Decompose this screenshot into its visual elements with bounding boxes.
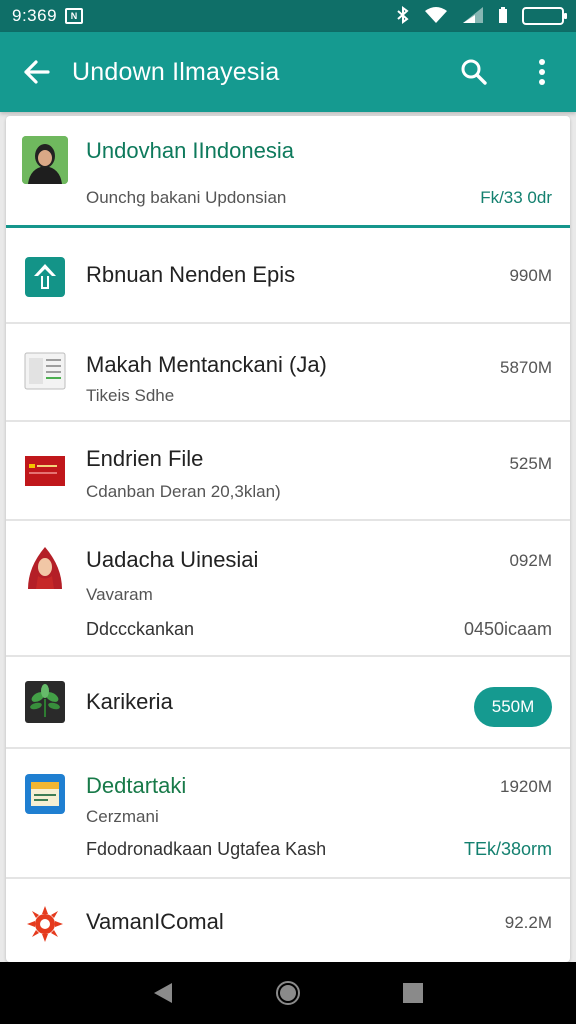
list-item[interactable]: Uadacha Uinesiai Vavaram Ddccckankan 092…: [6, 521, 570, 657]
list-header[interactable]: Undovhan IIndonesia Ounchg bakani Updons…: [6, 116, 570, 228]
nav-recents-button[interactable]: [393, 973, 433, 1013]
notification-icon: N: [65, 8, 84, 24]
list-item[interactable]: VamanIComal 92.2M: [6, 879, 570, 962]
search-icon: [461, 59, 487, 85]
plant-icon: [24, 681, 66, 723]
item-name: Uadacha Uinesiai: [86, 547, 259, 572]
signal-icon: [462, 6, 484, 27]
item-name: Endrien File: [86, 446, 204, 471]
item-detail: Fdodronadkaan Ugtafea Kash: [86, 839, 327, 859]
status-bar: 9:369 N: [0, 0, 576, 32]
battery-icon: [522, 7, 567, 25]
item-name: Makah Mentanckani (Ja): [86, 352, 327, 377]
wifi-icon: [424, 6, 448, 27]
nav-home-icon: [275, 981, 300, 1005]
status-time: 9:369: [12, 6, 58, 25]
search-button[interactable]: [440, 44, 508, 100]
page-title: Undown Ilmayesia: [72, 57, 280, 86]
back-button[interactable]: [0, 58, 72, 86]
list-item[interactable]: Endrien File Cdanban Deran 20,3klan) 525…: [6, 422, 570, 521]
nav-back-button[interactable]: [143, 973, 183, 1013]
store-icon: [24, 773, 66, 815]
item-subtitle: Tikeis Sdhe: [86, 386, 175, 405]
size-chip-button[interactable]: 550M: [474, 687, 552, 727]
item-name: Karikeria: [86, 689, 173, 714]
item-size: 92.2M: [504, 913, 552, 932]
status-icons: [396, 5, 567, 27]
list-item[interactable]: Makah Mentanckani (Ja) Tikeis Sdhe 5870M: [6, 324, 570, 422]
more-vert-icon: [539, 59, 545, 85]
sun-gear-icon: [24, 903, 66, 945]
item-size: 5870M: [500, 358, 552, 377]
battery-small-icon: [498, 6, 508, 27]
red-flag-icon: [24, 450, 66, 492]
item-size: 1920M: [500, 777, 552, 796]
bluetooth-icon: [396, 5, 410, 27]
nav-recents-icon: [403, 983, 424, 1003]
item-detail: Ddccckankan: [86, 619, 195, 639]
document-icon: [24, 350, 66, 392]
item-detail-size: 0450icaam: [463, 619, 552, 639]
nav-home-button[interactable]: [268, 973, 308, 1013]
nav-back-icon: [153, 983, 172, 1003]
item-size: 092M: [509, 551, 552, 570]
item-name: Rbnuan Nenden Epis: [86, 262, 296, 287]
header-size: Fk/33 0dr: [480, 188, 552, 207]
download-list-card: Undovhan IIndonesia Ounchg bakani Updons…: [6, 116, 570, 962]
list-item[interactable]: Karikeria 550M: [6, 657, 570, 749]
item-size: 990M: [509, 266, 552, 285]
item-name: VamanIComal: [86, 909, 224, 934]
system-nav-bar: [0, 962, 576, 1024]
list-item[interactable]: Dedtartaki Cerzmani Fdodronadkaan Ugtafe…: [6, 749, 570, 879]
item-subtitle: Vavaram: [86, 585, 153, 604]
header-subtitle: Ounchg bakani Updonsian: [86, 188, 287, 207]
back-arrow-icon: [24, 60, 50, 84]
app-bar: Undown Ilmayesia: [0, 32, 576, 112]
item-subtitle: Cdanban Deran 20,3klan): [86, 482, 281, 501]
person-hijab-icon: [24, 545, 66, 589]
item-size: 525M: [509, 454, 552, 473]
more-options-button[interactable]: [508, 44, 576, 100]
item-name: Dedtartaki: [86, 773, 187, 798]
item-detail-size: TEk/38orm: [463, 839, 552, 859]
upload-arrow-icon: [24, 256, 66, 298]
avatar: [22, 136, 68, 184]
item-subtitle: Cerzmani: [86, 807, 159, 826]
list-item[interactable]: Rbnuan Nenden Epis 990M: [6, 228, 570, 324]
header-title: Undovhan IIndonesia: [86, 138, 294, 163]
